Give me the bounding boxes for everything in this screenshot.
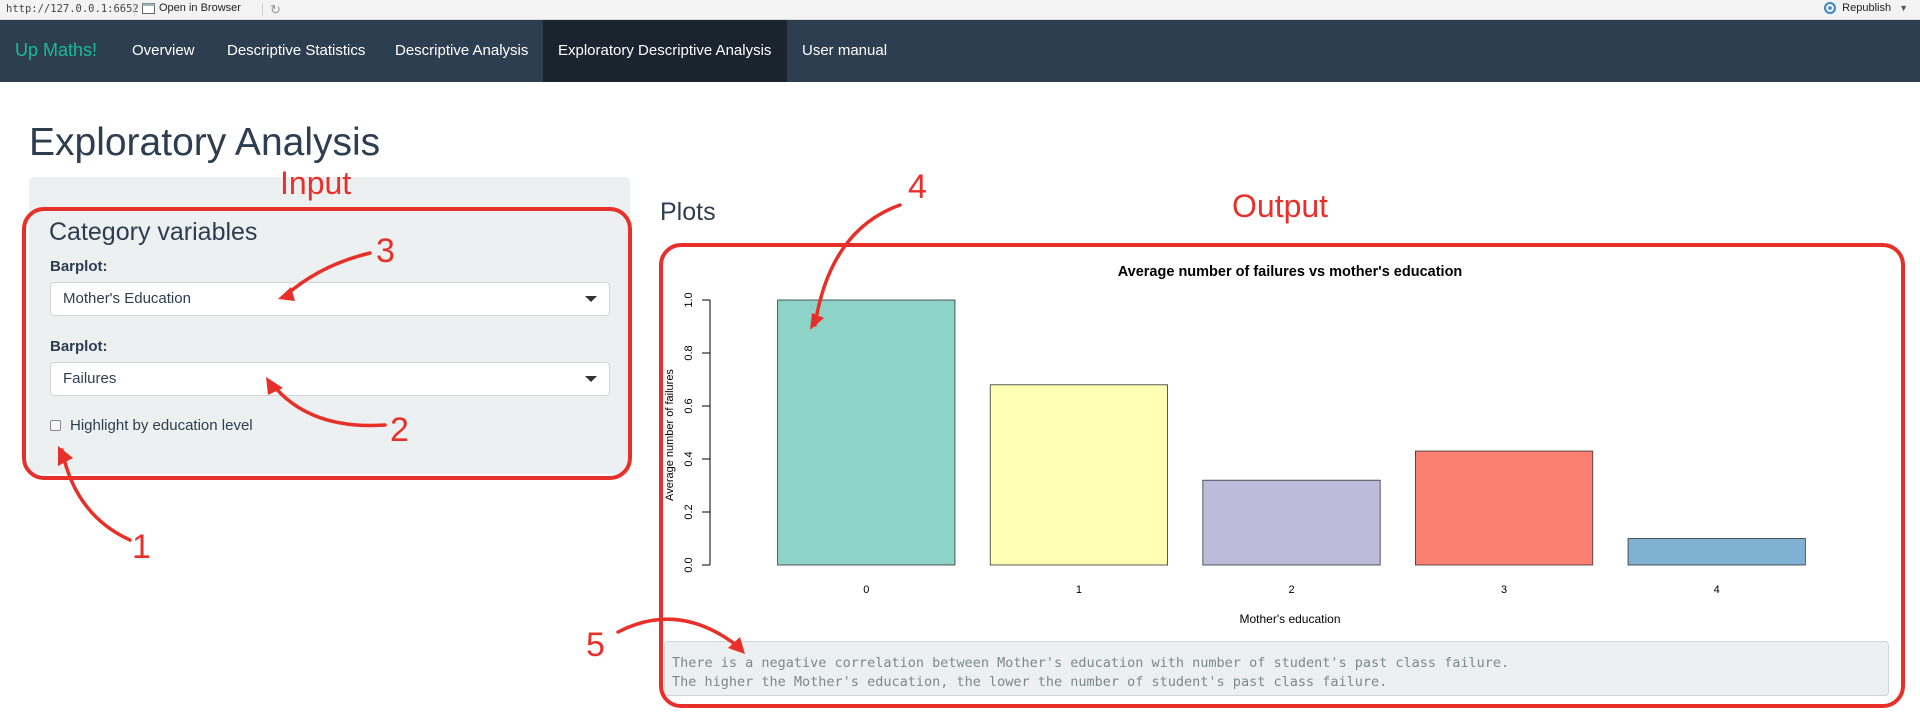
chart-title: Average number of failures vs mother's e… <box>1118 264 1463 280</box>
chart-y-tick-label: 0.2 <box>683 504 695 519</box>
tab-user-manual[interactable]: User manual <box>787 20 902 82</box>
sidebar-title: Category variables <box>49 218 258 246</box>
publish-icon <box>1824 2 1837 14</box>
failures-select[interactable]: Failures <box>50 362 610 396</box>
tab-descriptive-statistics[interactable]: Descriptive Statistics <box>212 20 380 82</box>
interpretation-line-1: There is a negative correlation between … <box>672 655 1510 671</box>
chart-y-tick-label: 0.8 <box>683 345 695 360</box>
open-in-browser-label: Open in Browser <box>159 2 241 14</box>
plots-title: Plots <box>660 198 716 226</box>
barplot-chart: Average number of failures vs mother's e… <box>664 264 1806 626</box>
chart-bar <box>777 299 956 566</box>
chart-bar <box>1202 479 1381 566</box>
republish-label: Republish <box>1842 2 1892 14</box>
chevron-down-icon: ▼ <box>1899 3 1908 13</box>
chart-x-tick-label: 4 <box>1714 584 1720 596</box>
tab-exploratory-descriptive-analysis[interactable]: Exploratory Descriptive Analysis <box>543 20 787 82</box>
chart-x-axis-label: Mother's education <box>1239 612 1340 626</box>
open-in-browser-button[interactable]: Open in Browser <box>142 2 241 14</box>
chart-y-tick-label: 0.6 <box>683 398 695 413</box>
interpretation-text: There is a negative correlation between … <box>664 641 1889 696</box>
caret-down-icon <box>585 296 597 302</box>
viewer-url: http://127.0.0.1:6652 <box>6 3 139 15</box>
chart-bar <box>1415 450 1594 566</box>
chart-x-tick-label: 0 <box>863 584 869 596</box>
annotation-number-4: 4 <box>908 168 927 206</box>
viewer-separator <box>134 3 135 16</box>
viewer-separator <box>262 3 263 16</box>
page-title: Exploratory Analysis <box>29 121 381 164</box>
annotation-number-3: 3 <box>376 232 395 270</box>
select-value: Mother's Education <box>63 290 191 307</box>
annotation-number-2: 2 <box>390 411 409 449</box>
chart-y-axis-label: Average number of failures <box>664 369 676 501</box>
viewer-toolbar: http://127.0.0.1:6652 Open in Browser ↻ … <box>0 0 1920 20</box>
barplot-label-1: Barplot: <box>50 258 108 275</box>
chart-x-tick-label: 1 <box>1076 584 1082 596</box>
annotation-output-label: Output <box>1232 188 1329 224</box>
chart-x-tick-label: 2 <box>1288 584 1294 596</box>
barplot-label-2: Barplot: <box>50 338 108 355</box>
chart-x-tick-label: 3 <box>1501 584 1507 596</box>
navbar: Up Maths! Overview Descriptive Statistic… <box>0 20 1920 82</box>
refresh-icon[interactable]: ↻ <box>270 2 281 18</box>
chart-y-tick-label: 1.0 <box>683 292 695 307</box>
chart-bar <box>989 384 1168 566</box>
tab-overview[interactable]: Overview <box>117 20 210 82</box>
chart-bar <box>1627 538 1806 566</box>
highlight-checkbox[interactable] <box>50 420 61 431</box>
annotation-input-label: Input <box>280 165 352 201</box>
mothers-education-select[interactable]: Mother's Education <box>50 282 610 316</box>
tab-descriptive-analysis[interactable]: Descriptive Analysis <box>380 20 543 82</box>
annotation-number-5: 5 <box>586 626 605 664</box>
browser-window-icon <box>142 2 155 14</box>
chart-y-tick-label: 0.4 <box>683 451 695 466</box>
select-value: Failures <box>63 370 117 387</box>
navbar-brand[interactable]: Up Maths! <box>15 40 97 61</box>
chart-y-tick-label: 0.0 <box>683 557 695 572</box>
republish-button[interactable]: Republish ▼ <box>1822 2 1908 14</box>
highlight-checkbox-label[interactable]: Highlight by education level <box>70 417 253 434</box>
interpretation-line-2: The higher the Mother's education, the l… <box>672 674 1388 690</box>
caret-down-icon <box>585 376 597 382</box>
annotation-number-1: 1 <box>132 528 151 566</box>
